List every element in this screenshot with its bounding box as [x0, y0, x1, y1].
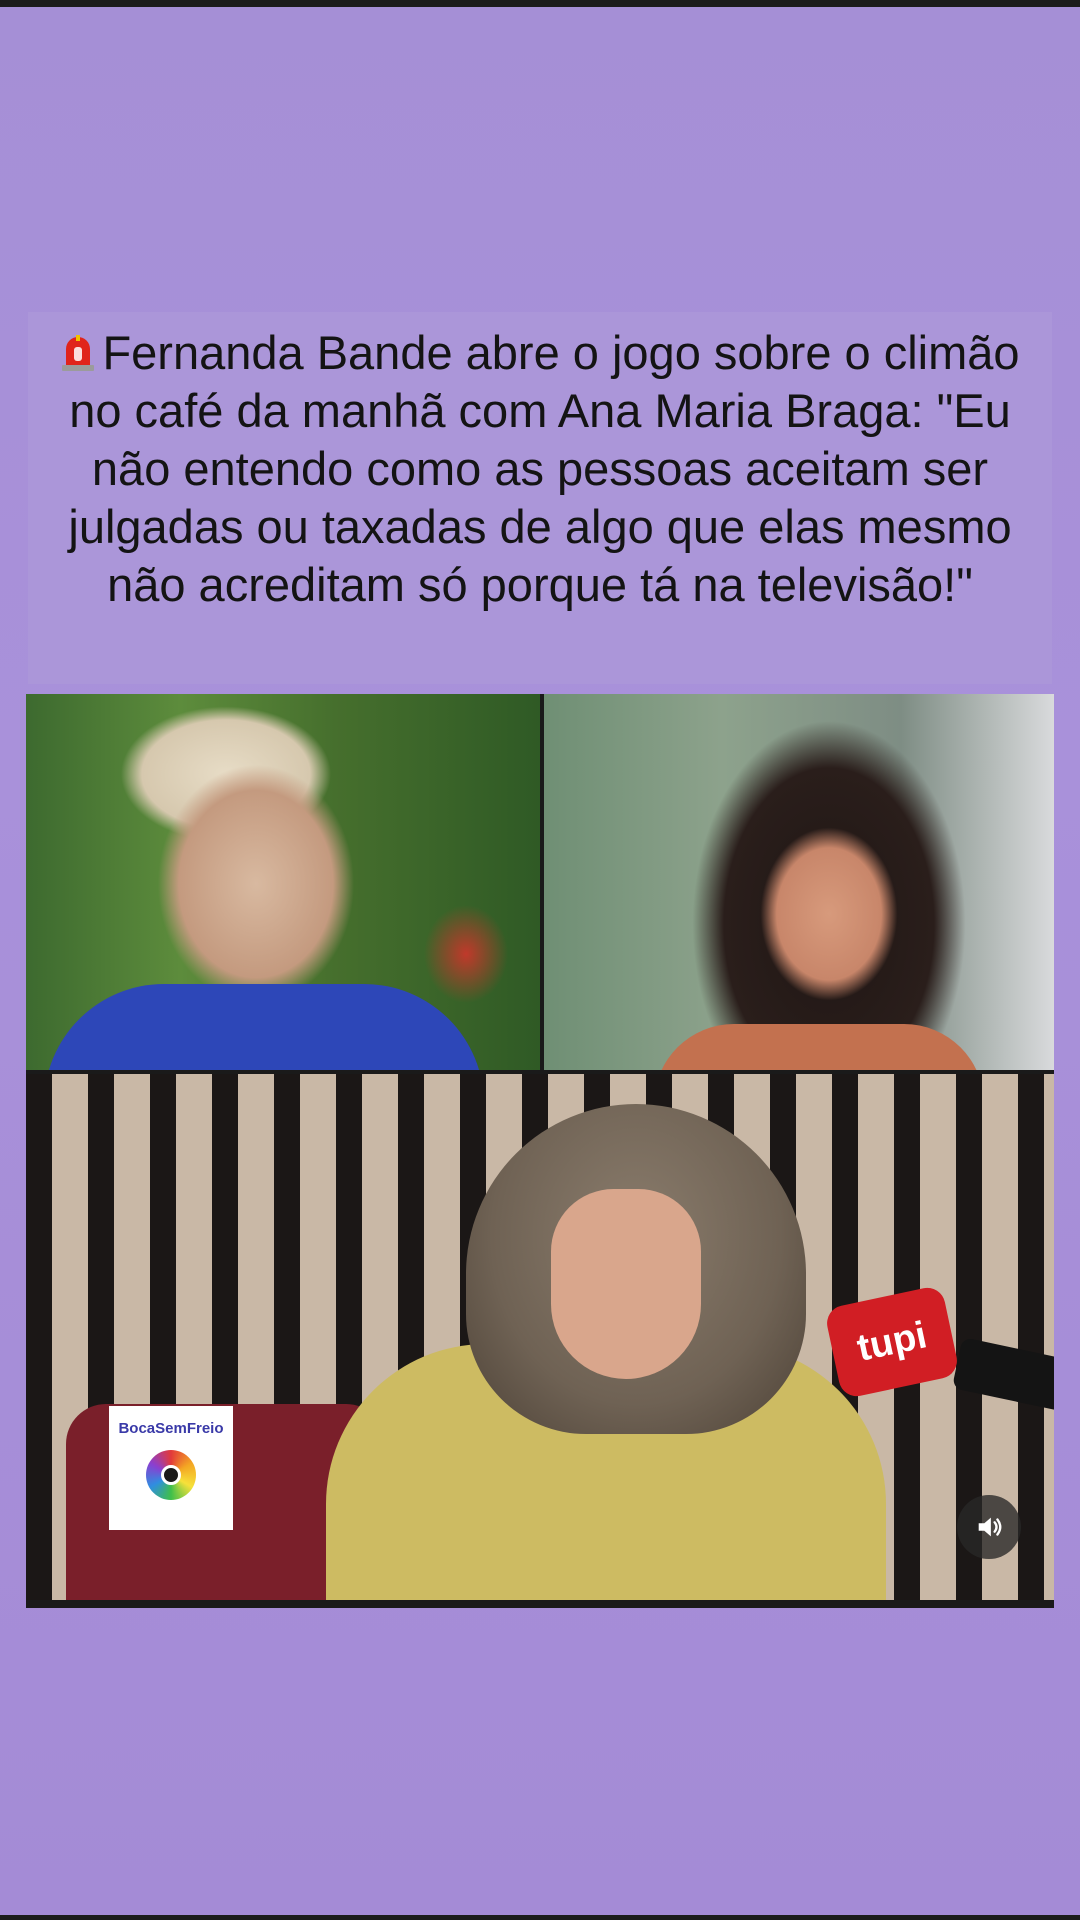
- bottom-edge-bar: [0, 1915, 1080, 1920]
- host-figure: [44, 984, 484, 1070]
- sound-toggle-button[interactable]: [957, 1495, 1021, 1559]
- video-panel-left: [26, 694, 540, 1070]
- interviewee-face: [551, 1189, 701, 1379]
- headline-text: Fernanda Bande abre o jogo sobre o climã…: [68, 326, 1020, 611]
- story-frame: Fernanda Bande abre o jogo sobre o climã…: [0, 0, 1080, 1920]
- post-headline: Fernanda Bande abre o jogo sobre o climã…: [28, 312, 1052, 684]
- microphone: [951, 1337, 1054, 1413]
- speaker-icon: [978, 1517, 1002, 1537]
- siren-icon: [60, 328, 96, 371]
- video-panel-right: [544, 694, 1054, 1070]
- guest-figure: [654, 1024, 984, 1070]
- mic-flag-logo: tupi: [823, 1284, 961, 1400]
- watermark-name: BocaSemFreio: [118, 1420, 224, 1437]
- camera-icon: [146, 1450, 196, 1500]
- top-edge-bar: [0, 0, 1080, 7]
- watermark-logo: BocaSemFreio: [109, 1406, 233, 1530]
